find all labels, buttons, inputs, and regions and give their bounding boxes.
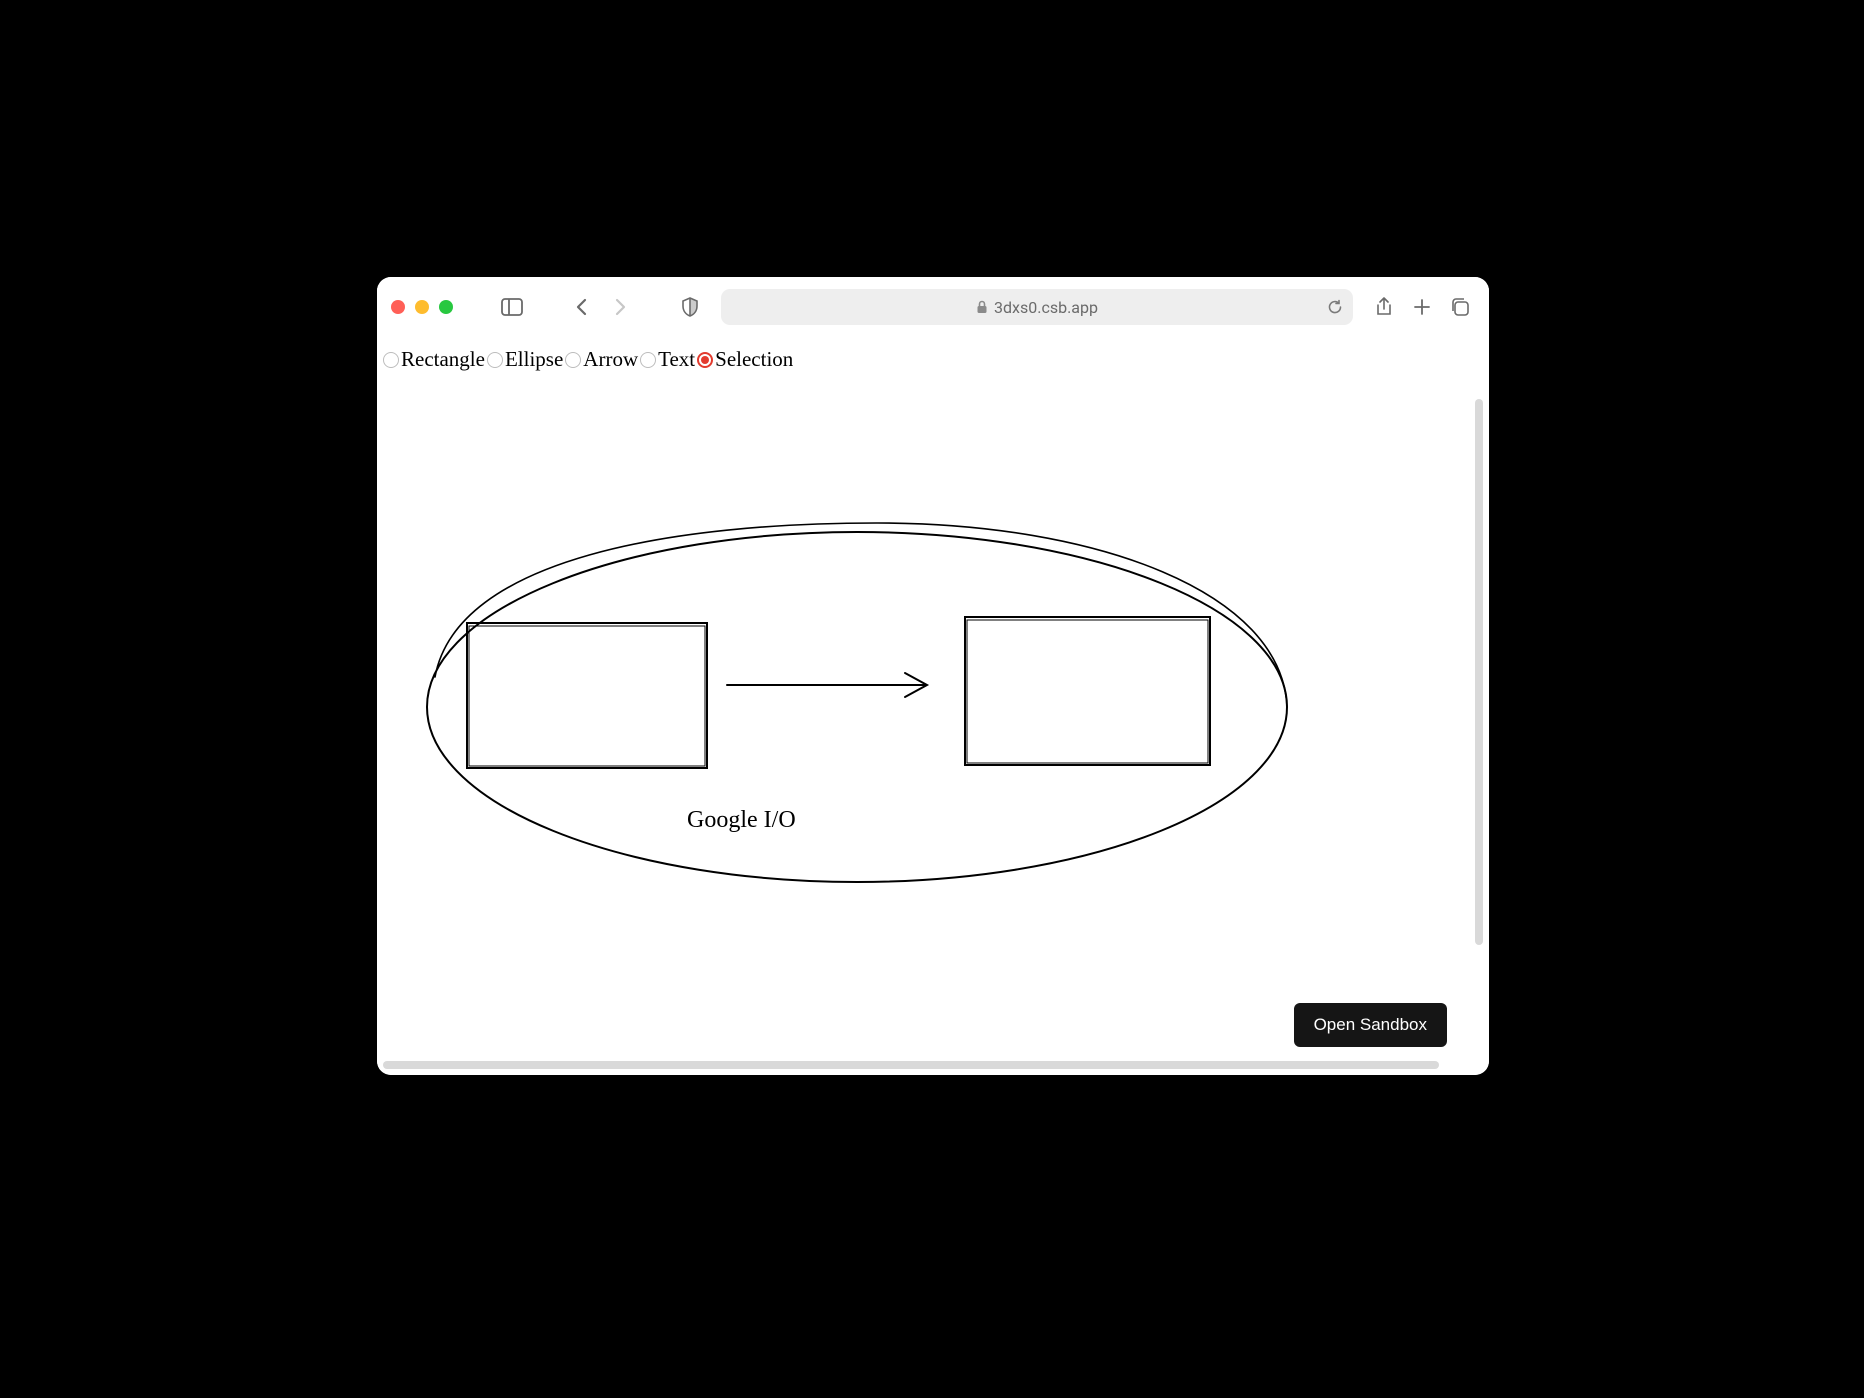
browser-titlebar: 3dxs0.csb.app — [377, 277, 1489, 337]
lock-icon — [976, 300, 988, 314]
window-controls — [391, 300, 453, 314]
shape-ellipse[interactable] — [427, 523, 1287, 882]
window-minimize-button[interactable] — [415, 300, 429, 314]
sidebar-toggle-icon[interactable] — [497, 292, 527, 322]
open-sandbox-button[interactable]: Open Sandbox — [1294, 1003, 1447, 1047]
vertical-scrollbar[interactable] — [1475, 399, 1483, 945]
shape-text-label[interactable]: Google I/O — [687, 807, 796, 833]
back-button-icon[interactable] — [567, 292, 597, 322]
forward-button-icon[interactable] — [605, 292, 635, 322]
address-bar[interactable]: 3dxs0.csb.app — [721, 289, 1353, 325]
privacy-shield-icon[interactable] — [675, 292, 705, 322]
drawing-canvas[interactable]: Google I/O — [377, 337, 1489, 1075]
shape-rectangle-right[interactable] — [965, 617, 1210, 765]
new-tab-icon[interactable] — [1407, 292, 1437, 322]
reload-icon[interactable] — [1327, 299, 1343, 315]
shape-arrow[interactable] — [727, 673, 927, 697]
url-text: 3dxs0.csb.app — [994, 298, 1098, 317]
browser-window: 3dxs0.csb.app Rectangle — [377, 277, 1489, 1075]
page-content: Rectangle Ellipse Arrow Text Selection — [377, 337, 1489, 1075]
window-maximize-button[interactable] — [439, 300, 453, 314]
horizontal-scrollbar[interactable] — [383, 1061, 1439, 1069]
tabs-overview-icon[interactable] — [1445, 292, 1475, 322]
window-close-button[interactable] — [391, 300, 405, 314]
share-icon[interactable] — [1369, 292, 1399, 322]
shape-rectangle-left[interactable] — [467, 623, 707, 768]
